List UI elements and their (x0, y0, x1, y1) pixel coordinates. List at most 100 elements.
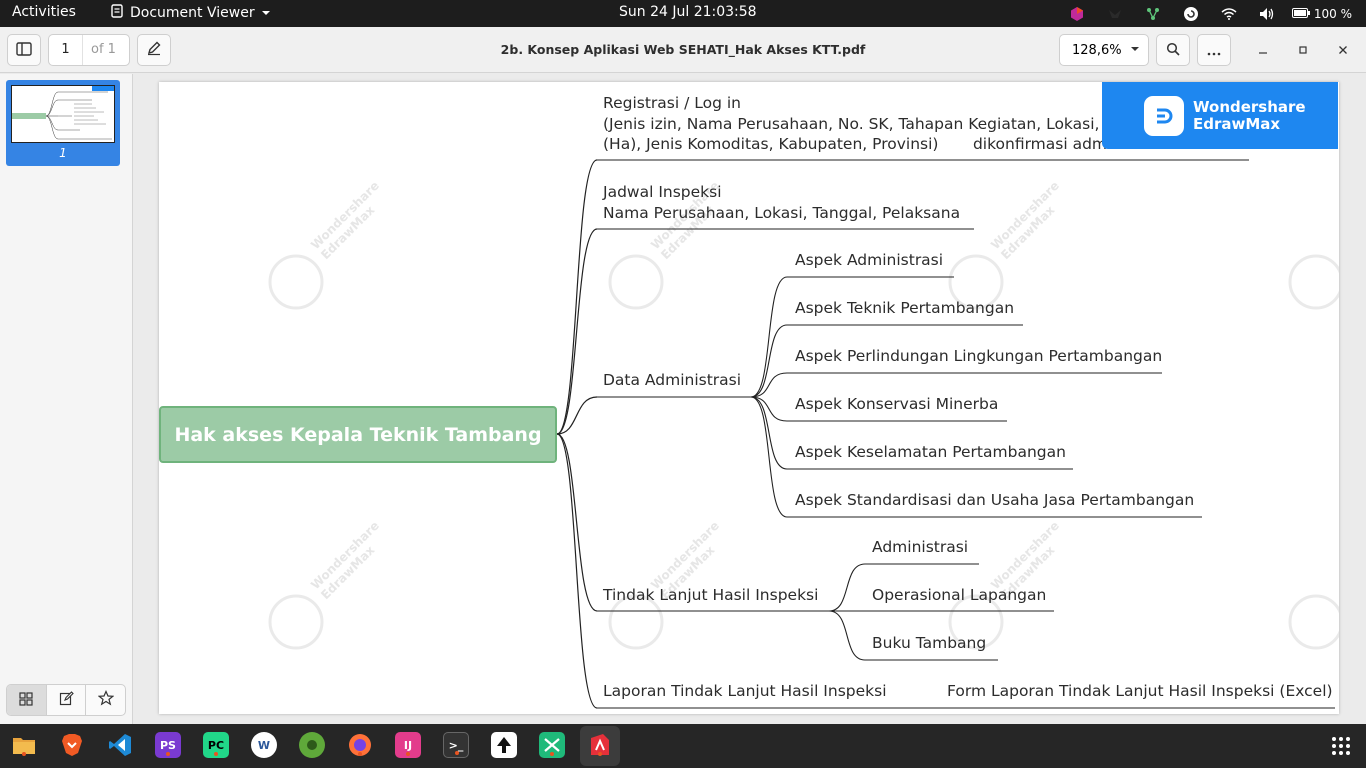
page-thumbnail-image (11, 85, 115, 143)
followup-child: Buku Tambang (872, 634, 986, 652)
apple-music-icon[interactable] (299, 732, 325, 758)
registrasi-detail-1: (Jenis izin, Nama Perusahaan, No. SK, Ta… (603, 115, 1140, 133)
branch-underlines (597, 159, 1335, 709)
annotate-button[interactable] (137, 34, 171, 66)
menu-button[interactable] (1197, 34, 1231, 66)
registrasi-title: Registrasi / Log in (603, 94, 741, 112)
sidebar-icon (16, 41, 32, 60)
page-number-input[interactable]: 1 (49, 35, 83, 65)
top-panel: Activities Document Viewer Sun 24 Jul 21… (0, 0, 1366, 27)
edrawmax-watermark: Wondershare EdrawMax (268, 179, 382, 310)
more-options-icon (1207, 41, 1221, 60)
minimize-button[interactable] (1253, 41, 1273, 61)
terminal-icon[interactable]: >_ (443, 732, 469, 758)
sidebar-view-switcher (6, 684, 126, 716)
close-icon (1339, 46, 1347, 54)
sidebar-toggle-button[interactable] (7, 34, 41, 66)
intellij-icon[interactable]: IJ (395, 732, 421, 758)
search-icon (1166, 41, 1180, 60)
mind-map: Wondershare EdrawMax Wondershare EdrawMa… (159, 94, 1339, 709)
laporan-child: Form Laporan Tindak Lanjut Hasil Inspeks… (947, 682, 1333, 700)
pencil-icon (146, 40, 162, 60)
root-node-label: Hak akses Kepala Teknik Tambang (174, 424, 541, 446)
activities-button[interactable]: Activities (12, 4, 76, 20)
page-selector[interactable]: 1 of 1 (48, 34, 130, 66)
page-thumbnail[interactable]: 1 (6, 80, 120, 166)
document-viewer-app-icon[interactable] (587, 732, 613, 758)
pdf-page: Wondershare EdrawMax Wondershare EdrawMa… (159, 82, 1339, 714)
update-icon[interactable] (1180, 5, 1202, 23)
edrawmax-watermark: Wondershare EdrawMax (948, 179, 1062, 310)
volume-icon[interactable] (1256, 5, 1278, 23)
search-button[interactable] (1156, 34, 1190, 66)
chevron-down-icon (1130, 45, 1140, 56)
jadwal-title: Jadwal Inspeksi (602, 183, 722, 201)
network-share-icon[interactable] (1142, 5, 1164, 23)
minimize-icon (1259, 52, 1267, 54)
files-icon[interactable] (11, 732, 37, 758)
clock[interactable]: Sun 24 Jul 21:03:58 (619, 4, 757, 20)
show-applications-icon[interactable] (1332, 737, 1350, 755)
battery-icon (1291, 7, 1310, 21)
followup-child: Administrasi (872, 538, 968, 556)
admin-child: Aspek Teknik Pertambangan (795, 299, 1014, 317)
close-button[interactable] (1333, 41, 1353, 61)
edrawmax-logo-icon (1144, 96, 1184, 136)
word-icon[interactable]: W (251, 732, 277, 758)
app-indicator-icon[interactable] (1066, 5, 1088, 23)
badge-line-1: Wondershare (1193, 98, 1306, 116)
followup-child: Operasional Lapangan (872, 586, 1046, 604)
bookmarks-tab[interactable] (86, 685, 125, 715)
edrawmax-watermark: Wondershare EdrawMax (608, 519, 722, 650)
header-bar: 1 of 1 2b. Konsep Aplikasi Web SEHATI_Ha… (0, 27, 1366, 73)
phpstorm-icon[interactable]: PS (155, 732, 181, 758)
thumbnail-sidebar: 1 (0, 74, 133, 724)
inkscape-icon[interactable] (491, 732, 517, 758)
admin-child: Aspek Standardisasi dan Usaha Jasa Perta… (795, 491, 1194, 509)
wifi-icon[interactable] (1218, 5, 1240, 23)
app-menu[interactable]: Document Viewer (110, 4, 271, 22)
edrawmax-app-icon[interactable] (539, 732, 565, 758)
admin-child: Aspek Administrasi (795, 251, 943, 269)
followup-connectors (828, 563, 866, 661)
document-view[interactable]: Wondershare EdrawMax Wondershare EdrawMa… (134, 74, 1366, 724)
star-icon (97, 690, 115, 710)
root-node[interactable]: Hak akses Kepala Teknik Tambang (159, 406, 557, 463)
battery-indicator[interactable]: 100 % (1291, 6, 1352, 21)
edrawmax-watermark: Wondershare EdrawMax (268, 519, 382, 650)
dock: PS PC W IJ >_ (0, 724, 1366, 768)
zoom-selector[interactable]: 128,6% (1059, 34, 1149, 66)
firefox-icon[interactable] (347, 732, 373, 758)
jadwal-detail: Nama Perusahaan, Lokasi, Tanggal, Pelaks… (603, 204, 960, 222)
edit-icon (59, 690, 74, 710)
admin-child: Aspek Konservasi Minerba (795, 395, 998, 413)
annotations-tab[interactable] (47, 685, 87, 715)
registrasi-detail-2: (Ha), Jenis Komoditas, Kabupaten, Provin… (603, 135, 1121, 153)
maximize-button[interactable] (1293, 41, 1313, 61)
page-count: of 1 (91, 42, 116, 57)
battery-percent: 100 % (1313, 6, 1352, 21)
maximize-icon (1299, 46, 1307, 54)
root-connectors (556, 159, 598, 709)
vscode-icon[interactable] (107, 732, 133, 758)
grid-icon (19, 691, 33, 710)
laporan-label: Laporan Tindak Lanjut Hasil Inspeksi (603, 682, 887, 700)
badge-line-2: EdrawMax (1193, 115, 1281, 133)
system-tray: 100 % (1058, 0, 1366, 27)
pycharm-icon[interactable]: PC (203, 732, 229, 758)
thumbnails-tab[interactable] (7, 685, 47, 715)
brave-browser-icon[interactable] (59, 732, 85, 758)
chevron-down-icon (261, 5, 271, 21)
data-admin-label: Data Administrasi (603, 371, 741, 389)
edrawmax-watermark (1288, 594, 1339, 650)
document-viewer-icon (110, 4, 124, 22)
followup-label: Tindak Lanjut Hasil Inspeksi (602, 586, 818, 604)
admin-child: Aspek Keselamatan Pertambangan (795, 443, 1066, 461)
edrawmax-badge: Wondershare EdrawMax (1102, 82, 1338, 149)
edrawmax-watermark (1288, 254, 1339, 310)
thumbnail-page-number: 1 (59, 146, 67, 160)
bird-icon[interactable] (1104, 5, 1126, 23)
admin-child: Aspek Perlindungan Lingkungan Pertambang… (795, 347, 1162, 365)
admin-connectors (750, 276, 788, 518)
app-menu-label: Document Viewer (130, 5, 255, 21)
